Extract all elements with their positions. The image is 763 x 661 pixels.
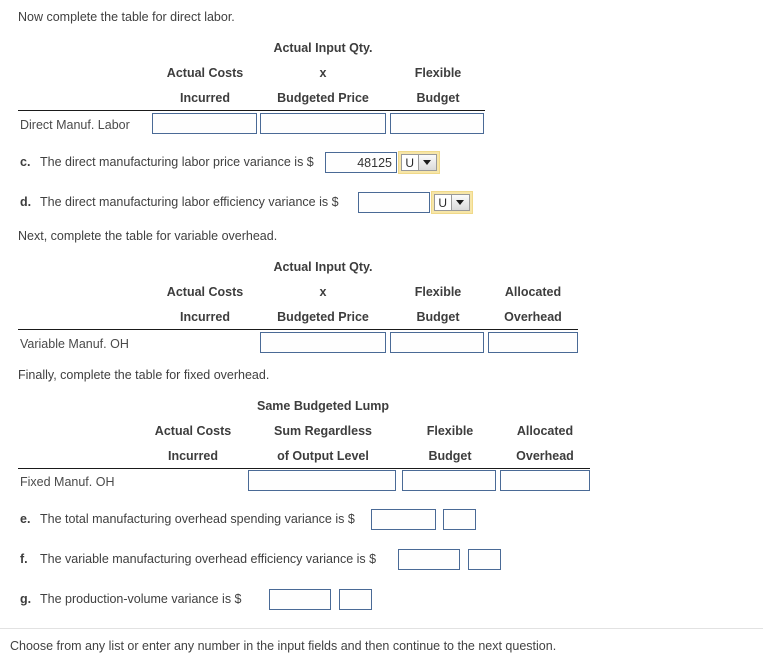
fo-header-col2-line1: Same Budgeted Lump [257,399,389,413]
item-d-dropdown[interactable]: U [431,191,473,214]
dl-flexible-budget-input[interactable] [390,113,484,134]
item-c-dropdown-button[interactable] [417,154,437,171]
fo-header-col3-line3: Budget [428,449,472,463]
fo-header-col2-line3: of Output Level [277,449,369,463]
intro-variable-overhead-text: Next, complete the table for variable ov… [18,229,278,243]
dl-header-col2-line2: x [319,66,327,80]
fo-lump-sum-input[interactable] [248,470,396,491]
vo-header-col3-line2: Flexible [414,285,462,299]
item-f-value-input[interactable] [398,549,460,570]
item-f-text: The variable manufacturing overhead effi… [40,552,377,566]
fo-allocated-overhead-input[interactable] [500,470,590,491]
fo-header-col4-line2: Allocated [516,424,574,438]
item-e-text: The total manufacturing overhead spendin… [40,512,355,526]
item-e-unit-input[interactable] [443,509,476,530]
dl-header-col3-line3: Budget [416,91,460,105]
vo-header-col1-line3: Incurred [179,310,230,324]
dl-header-col2-line1: Actual Input Qty. [273,41,373,55]
item-d-dropdown-button[interactable] [450,194,470,211]
item-g-value-input[interactable] [269,589,331,610]
vo-header-col2-line1: Actual Input Qty. [273,260,373,274]
vo-header-col4-line2: Allocated [504,285,562,299]
fo-row-label: Fixed Manuf. OH [20,475,115,489]
vo-flexible-budget-input[interactable] [390,332,484,353]
item-f-letter: f. [20,552,28,566]
item-d-dropdown-value: U [434,194,451,211]
vo-header-col2-line3: Budgeted Price [277,310,369,324]
item-g-text: The production-volume variance is $ [40,592,242,606]
item-e-letter: e. [20,512,31,526]
fo-header-rule [18,468,590,469]
fo-header-col2-line2: Sum Regardless [274,424,372,438]
intro-fixed-overhead-text: Finally, complete the table for fixed ov… [18,368,270,382]
item-d-letter: d. [20,195,32,209]
dl-actual-costs-input[interactable] [152,113,257,134]
dl-row-label: Direct Manuf. Labor [20,118,130,132]
item-c-letter: c. [20,155,31,169]
item-e-value-input[interactable] [371,509,436,530]
fo-header-col1-line2: Actual Costs [154,424,232,438]
vo-budgeted-price-input[interactable] [260,332,386,353]
dl-header-col1-line3: Incurred [179,91,230,105]
dl-header-col3-line2: Flexible [414,66,462,80]
dl-budgeted-price-input[interactable] [260,113,386,134]
dl-header-col2-line3: Budgeted Price [277,91,369,105]
footer-instruction: Choose from any list or enter any number… [10,639,557,653]
vo-header-col2-line2: x [319,285,327,299]
item-g-unit-input[interactable] [339,589,372,610]
vo-header-col1-line2: Actual Costs [166,285,244,299]
vo-row-label: Variable Manuf. OH [20,337,129,351]
item-c-dropdown-value: U [401,154,418,171]
item-c-text: The direct manufacturing labor price var… [40,155,314,169]
fo-header-col1-line3: Incurred [167,449,218,463]
fo-header-col4-line3: Overhead [516,449,574,463]
item-f-unit-input[interactable] [468,549,501,570]
item-d-text: The direct manufacturing labor efficienc… [40,195,339,209]
intro-direct-labor-text: Now complete the table for direct labor. [18,10,235,24]
chevron-down-icon [423,160,432,165]
dl-header-col1-line2: Actual Costs [166,66,244,80]
fo-flexible-budget-input[interactable] [402,470,496,491]
footer-divider [0,628,763,629]
chevron-down-icon [456,200,465,205]
vo-header-col3-line3: Budget [416,310,460,324]
item-d-value-input[interactable] [358,192,430,213]
vo-header-rule [18,329,578,330]
vo-header-col4-line3: Overhead [504,310,562,324]
item-c-dropdown[interactable]: U [398,151,440,174]
fo-header-col3-line2: Flexible [426,424,474,438]
vo-allocated-overhead-input[interactable] [488,332,578,353]
dl-header-rule [18,110,485,111]
item-g-letter: g. [20,592,32,606]
item-c-value-input[interactable] [325,152,397,173]
